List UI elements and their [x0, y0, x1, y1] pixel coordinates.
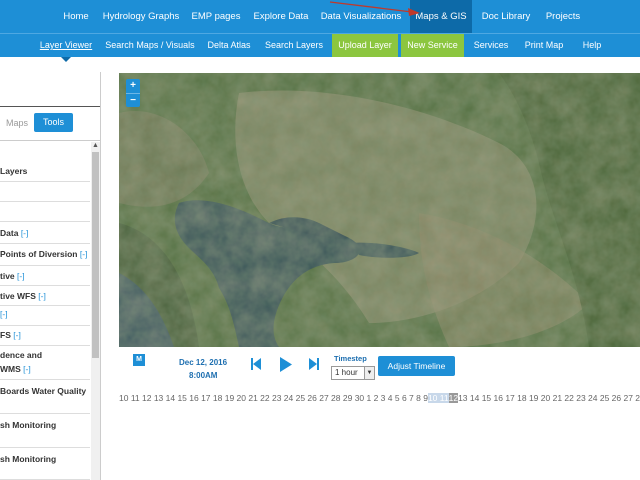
layer-panel: Maps Tools Layers Data [-] Points of Div…: [0, 72, 101, 480]
layer-row[interactable]: tive [-]: [0, 266, 90, 286]
layer-row[interactable]: sh Monitoring: [0, 414, 90, 448]
layer-label: FS [-]: [0, 330, 21, 340]
subnav-layer-viewer[interactable]: Layer Viewer: [34, 34, 98, 57]
satellite-map[interactable]: [119, 73, 640, 347]
layer-toggle[interactable]: [-]: [23, 364, 31, 374]
layer-label: WMS [-]: [0, 364, 31, 374]
nav-explore-data[interactable]: Explore Data: [250, 0, 312, 33]
zoom-in-button[interactable]: +: [126, 79, 140, 93]
scrollbar-thumb[interactable]: [92, 152, 99, 358]
layer-row[interactable]: [0, 202, 90, 222]
tick-labels-selected: 10 11: [427, 393, 449, 403]
layer-row[interactable]: FS [-]: [0, 326, 90, 346]
timestep-value: 1 hour: [335, 368, 358, 377]
tab-maps[interactable]: Maps: [6, 118, 28, 128]
subnav-print-map[interactable]: Print Map: [518, 34, 570, 57]
layer-row[interactable]: dence and WMS [-]: [0, 346, 90, 380]
subnav-help[interactable]: Help: [576, 34, 608, 57]
subnav-services[interactable]: Services: [470, 34, 512, 57]
layer-label: sh Monitoring: [0, 420, 57, 430]
layer-label: dence and: [0, 350, 43, 360]
layer-row[interactable]: [0, 182, 90, 202]
timeline-date: Dec 12, 2016: [179, 358, 228, 367]
layer-toggle[interactable]: [-]: [80, 249, 88, 259]
zoom-control: + −: [126, 79, 140, 107]
adjust-timeline-button[interactable]: Adjust Timeline: [378, 356, 455, 376]
panel-scrollbar[interactable]: ▲: [91, 142, 100, 480]
layer-label: tive WFS [-]: [0, 291, 46, 301]
subnav-search-maps-visuals[interactable]: Search Maps / Visuals: [104, 34, 196, 57]
skip-forward-icon[interactable]: [309, 358, 319, 370]
layer-row[interactable]: sh Monitoring: [0, 448, 90, 480]
timeline-controls: M Dec 12, 2016 8:00AM Timestep 1 hour ▼ …: [119, 352, 640, 392]
timestep-select[interactable]: 1 hour ▼: [331, 366, 375, 380]
layer-row[interactable]: Layers: [0, 162, 90, 182]
zoom-out-button[interactable]: −: [126, 93, 140, 107]
timeline-ticks[interactable]: 10 11 12 13 14 15 16 17 18 19 20 21 22 2…: [119, 393, 640, 405]
layer-label: Boards Water Quality: [0, 386, 87, 396]
nav-projects[interactable]: Projects: [540, 0, 586, 33]
timeline-time: 8:00AM: [189, 371, 218, 380]
nav-home[interactable]: Home: [56, 0, 96, 33]
nav-doc-library[interactable]: Doc Library: [478, 0, 534, 33]
panel-divider: [0, 140, 100, 141]
skip-back-icon[interactable]: [251, 358, 261, 370]
layer-label: tive [-]: [0, 271, 25, 281]
nav-hydrology-graphs[interactable]: Hydrology Graphs: [101, 0, 181, 33]
layer-row[interactable]: Boards Water Quality: [0, 380, 90, 414]
subnav-delta-atlas[interactable]: Delta Atlas: [202, 34, 256, 57]
satellite-imagery: [119, 73, 640, 347]
layer-row[interactable]: Points of Diversion [-]: [0, 244, 90, 266]
play-icon[interactable]: [280, 357, 292, 372]
tab-tools[interactable]: Tools: [34, 113, 73, 132]
layer-label: Points of Diversion [-]: [0, 249, 88, 259]
tick-labels: 13 14 15 16 17 18 19 20 21 22 23 24 25 2…: [458, 393, 640, 403]
layer-toggle[interactable]: [-]: [21, 228, 29, 238]
layer-label: sh Monitoring: [0, 454, 57, 464]
layer-toggle[interactable]: [-]: [0, 309, 8, 319]
nav-maps-gis[interactable]: Maps & GIS: [410, 0, 472, 33]
layer-label: Data [-]: [0, 228, 29, 238]
subnav-upload-layer[interactable]: Upload Layer: [332, 34, 398, 57]
scroll-up-icon[interactable]: ▲: [92, 142, 99, 149]
tick-label-current: 12: [448, 393, 459, 403]
subnav-new-service[interactable]: New Service: [401, 34, 464, 57]
nav-data-visualizations[interactable]: Data Visualizations: [318, 0, 404, 33]
tick-labels: 10 11 12 13 14 15 16 17 18 19 20 21 22 2…: [119, 393, 428, 403]
layer-toggle[interactable]: [-]: [13, 330, 21, 340]
subnav-search-layers[interactable]: Search Layers: [262, 34, 326, 57]
layer-label: Layers: [0, 166, 28, 176]
layer-row[interactable]: tive WFS [-]: [0, 286, 90, 306]
nav-emp-pages[interactable]: EMP pages: [187, 0, 245, 33]
active-tab-caret: [61, 57, 71, 62]
marker-badge[interactable]: M: [133, 354, 145, 366]
layer-toggle[interactable]: [-]: [17, 271, 25, 281]
chevron-down-icon: ▼: [364, 367, 374, 379]
layer-toggle[interactable]: [-]: [38, 291, 46, 301]
layer-label: [-]: [0, 309, 8, 319]
layer-row[interactable]: [-]: [0, 306, 90, 326]
layer-row[interactable]: Data [-]: [0, 222, 90, 244]
panel-divider: [0, 106, 100, 107]
sub-navigation: Layer Viewer Search Maps / Visuals Delta…: [0, 33, 640, 57]
timestep-label: Timestep: [334, 354, 367, 363]
top-navigation: Home Hydrology Graphs EMP pages Explore …: [0, 0, 640, 33]
